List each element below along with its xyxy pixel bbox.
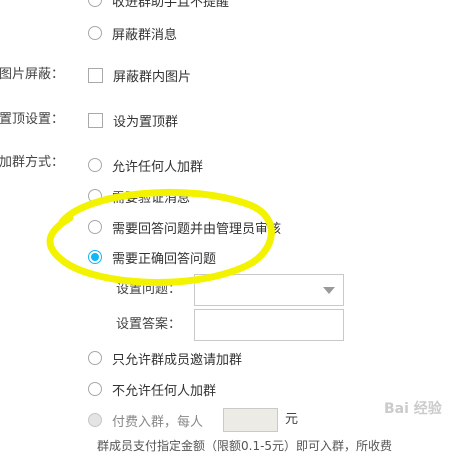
- image-block-label: 图片屏蔽：: [0, 67, 65, 82]
- watermark: Bai 经验: [384, 401, 442, 417]
- chevron-down-icon[interactable]: [323, 287, 335, 294]
- radio-button[interactable]: [88, 189, 102, 203]
- radio-label: 收进群助手且不提醒: [112, 0, 230, 10]
- radio-collect-silent[interactable]: 收进群助手且不提醒: [88, 0, 229, 11]
- radio-block-messages[interactable]: 屏蔽群消息: [88, 22, 177, 44]
- checkbox-label: 屏蔽群内图片: [113, 69, 192, 85]
- fee-description: 群成员支付指定金额（限额0.1-5元）即可入群，所收费: [97, 439, 393, 453]
- radio-button[interactable]: [88, 382, 102, 396]
- paid-join-label: 付费入群，每人: [112, 414, 204, 430]
- radio-button[interactable]: [88, 158, 102, 172]
- radio-paid-join[interactable]: 付费入群，每人: [88, 409, 203, 431]
- radio-answer-admin-review[interactable]: 需要回答问题并由管理员审核: [88, 216, 281, 238]
- checkbox[interactable]: [88, 67, 103, 83]
- radio-button-disabled[interactable]: [88, 413, 102, 427]
- radio-allow-anyone[interactable]: 允许任何人加群: [88, 154, 203, 176]
- radio-members-invite-only[interactable]: 只允许群成员邀请加群: [88, 347, 242, 369]
- radio-label: 需要验证消息: [112, 190, 191, 206]
- pin-label: 置顶设置：: [0, 112, 65, 127]
- checkbox-block-images[interactable]: 屏蔽群内图片: [88, 64, 191, 86]
- radio-button[interactable]: [88, 220, 102, 234]
- checkbox-pin-group[interactable]: 设为置顶群: [88, 109, 178, 131]
- radio-label: 允许任何人加群: [112, 159, 204, 175]
- checkbox[interactable]: [88, 112, 103, 128]
- radio-label: 需要正确回答问题: [112, 251, 217, 267]
- radio-button-selected[interactable]: [88, 250, 102, 264]
- radio-verify-message[interactable]: 需要验证消息: [88, 185, 190, 207]
- radio-label: 屏蔽群消息: [112, 27, 178, 43]
- radio-button[interactable]: [88, 351, 102, 365]
- fee-amount-input[interactable]: [223, 408, 278, 432]
- radio-allow-nobody[interactable]: 不允许任何人加群: [88, 378, 216, 400]
- question-select[interactable]: [194, 274, 344, 306]
- checkbox-label: 设为置顶群: [113, 114, 179, 130]
- answer-label: 设置答案：: [116, 317, 182, 332]
- answer-input[interactable]: [194, 309, 344, 341]
- question-label: 设置问题：: [116, 282, 182, 297]
- group-settings-panel: 收进群助手且不提醒 屏蔽群消息 图片屏蔽： 屏蔽群内图片 置顶设置： 设为置顶群…: [0, 0, 469, 456]
- radio-label: 只允许群成员邀请加群: [112, 352, 243, 368]
- fee-unit-label: 元: [285, 412, 299, 427]
- radio-label: 需要回答问题并由管理员审核: [112, 221, 282, 237]
- radio-button[interactable]: [88, 26, 102, 40]
- radio-button[interactable]: [88, 0, 102, 7]
- radio-label: 不允许任何人加群: [112, 383, 217, 399]
- join-method-label: 加群方式：: [0, 155, 65, 170]
- radio-answer-correctly[interactable]: 需要正确回答问题: [88, 246, 216, 268]
